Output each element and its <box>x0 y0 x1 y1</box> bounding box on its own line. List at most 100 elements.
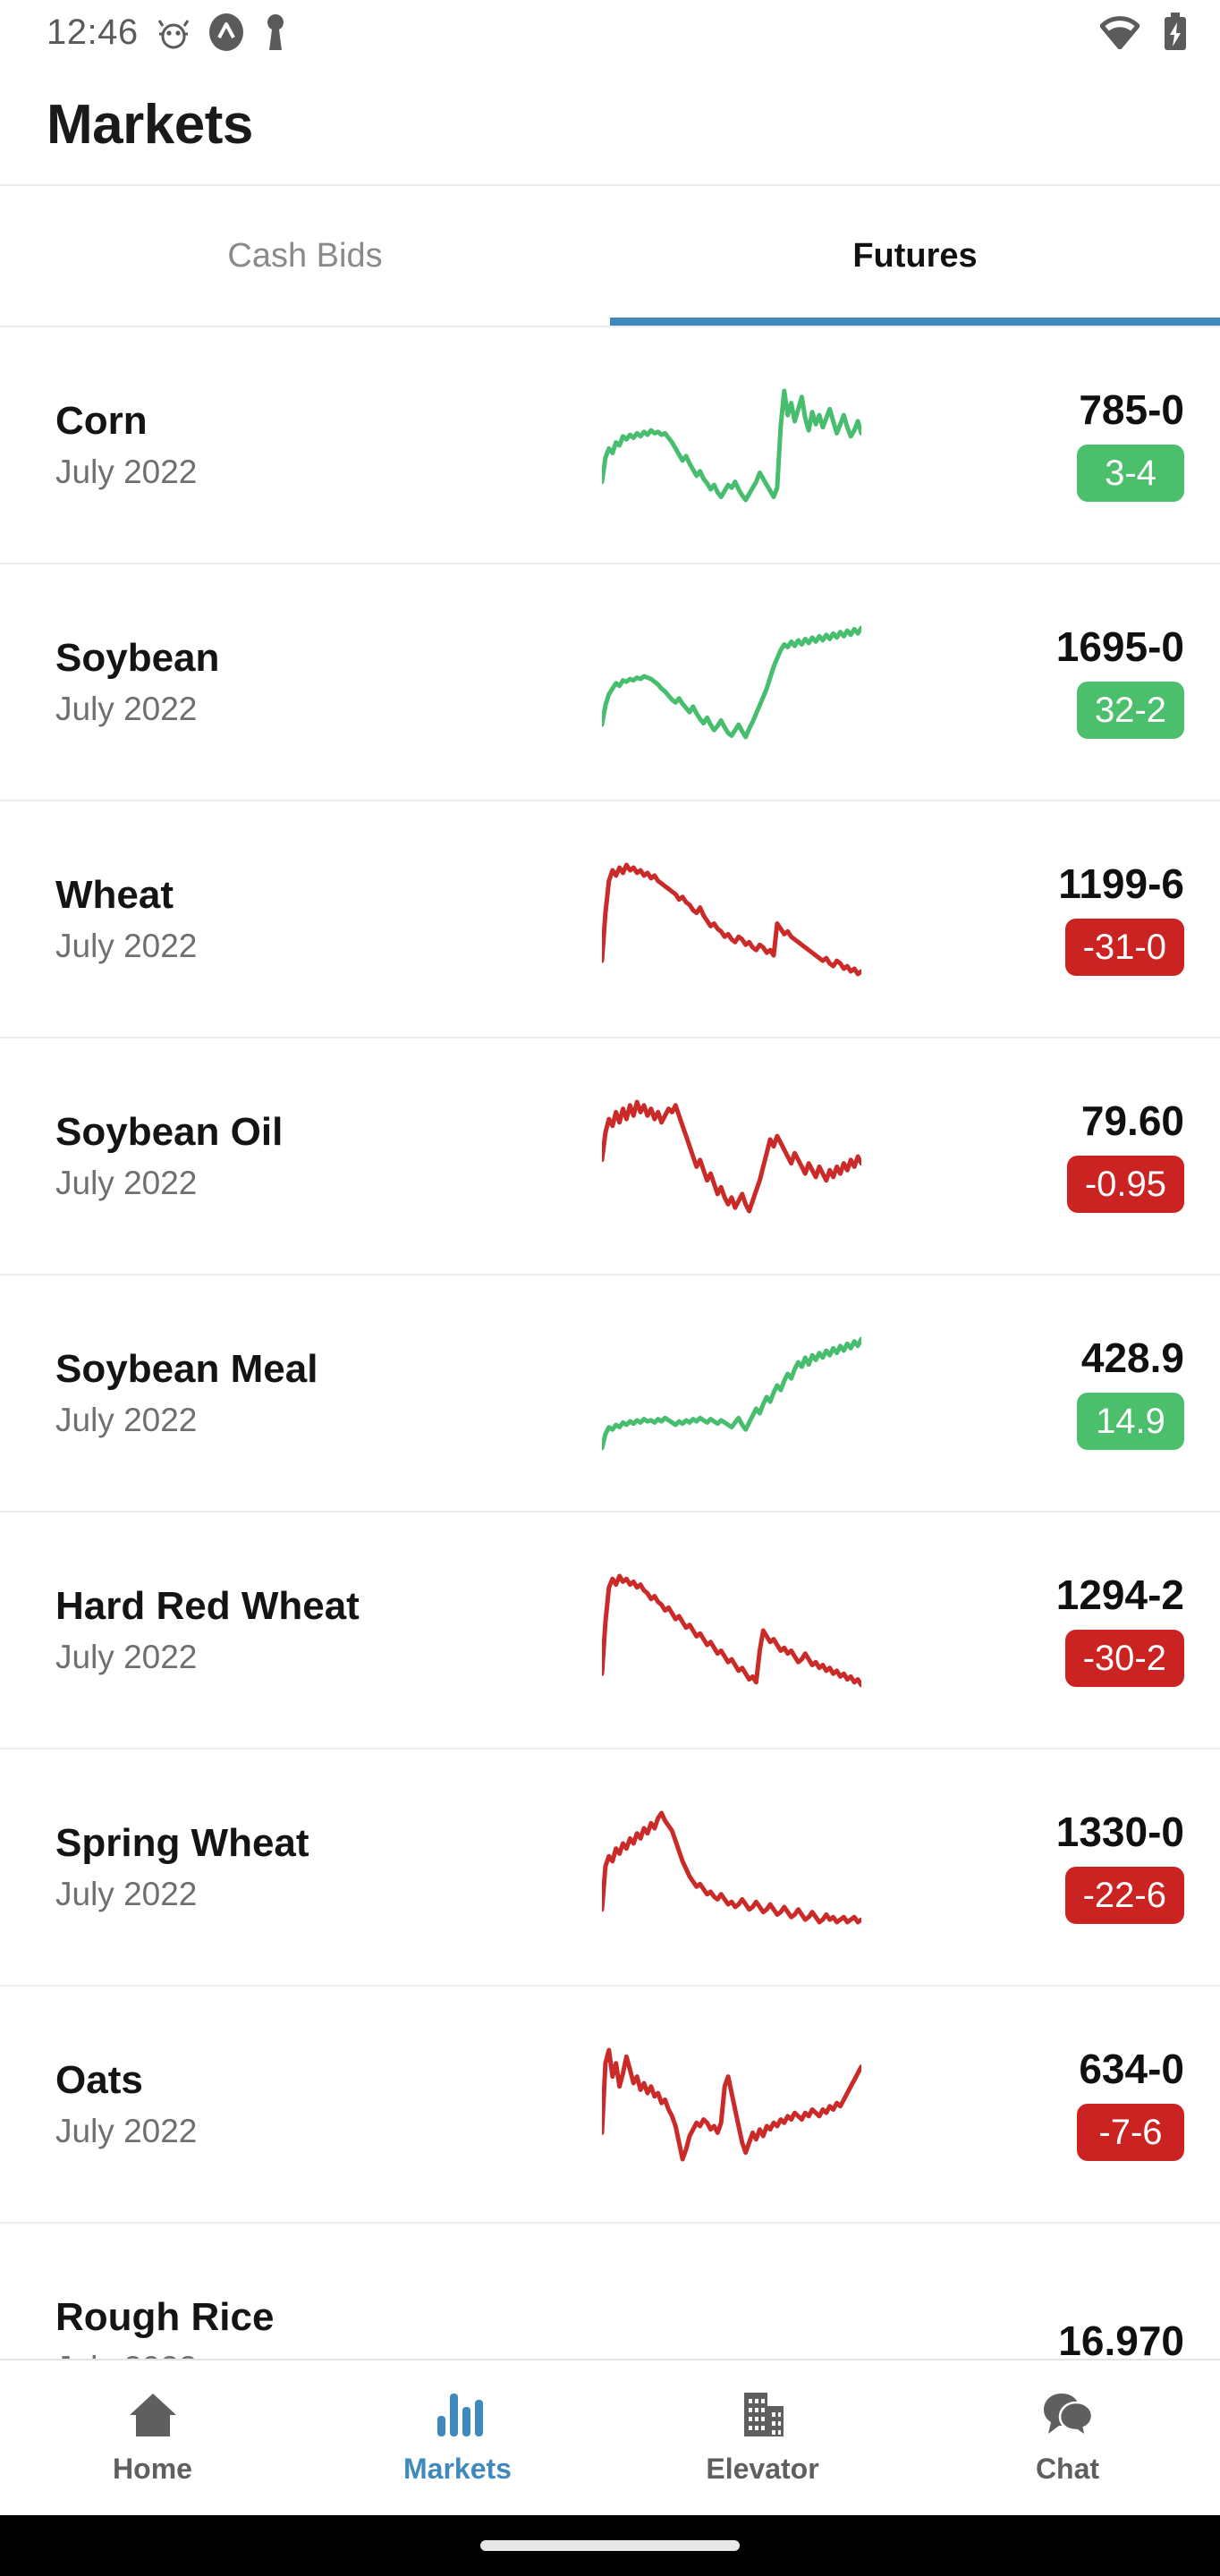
markets-tabbar: Cash Bids Futures <box>0 184 1220 327</box>
sparkline-chart <box>503 2275 961 2360</box>
change-badge: -0.95 <box>1066 1155 1184 1213</box>
price-block: 1294-2 -30-2 <box>961 1572 1184 1687</box>
commodity-name: Hard Red Wheat <box>55 1583 360 1628</box>
commodity-info: Soybean Meal July 2022 <box>55 1347 503 1439</box>
change-badge: 32-2 <box>1076 681 1184 739</box>
sparkline-chart <box>503 2038 961 2172</box>
tab-cash-bids-label: Cash Bids <box>227 236 383 275</box>
gesture-bar-area <box>0 2515 1220 2576</box>
status-bar-right <box>1100 13 1188 52</box>
building-icon <box>737 2391 789 2444</box>
price-value: 428.9 <box>1080 1335 1184 1382</box>
commodity-info: Spring Wheat July 2022 <box>55 1821 503 1913</box>
price-value: 1330-0 <box>1055 1809 1184 1856</box>
nav-item-chat[interactable]: Chat <box>915 2360 1220 2515</box>
nav-item-chat-label: Chat <box>1035 2452 1100 2485</box>
table-row[interactable]: Wheat July 2022 1199-6 -31-0 <box>0 801 1220 1038</box>
commodity-name: Spring Wheat <box>55 1820 309 1865</box>
table-row[interactable]: Soybean Meal July 2022 428.9 14.9 <box>0 1275 1220 1513</box>
commodity-info: Rough Rice July 2022 <box>55 2295 503 2359</box>
sparkline-chart <box>503 1089 961 1224</box>
app-logo-icon <box>208 13 244 52</box>
table-row[interactable]: Oats July 2022 634-0 -7-6 <box>0 1987 1220 2224</box>
nav-item-home[interactable]: Home <box>0 2360 305 2515</box>
table-row[interactable]: Hard Red Wheat July 2022 1294-2 -30-2 <box>0 1513 1220 1750</box>
table-row[interactable]: Soybean Oil July 2022 79.60 -0.95 <box>0 1038 1220 1275</box>
commodity-info: Corn July 2022 <box>55 399 503 491</box>
tab-cash-bids[interactable]: Cash Bids <box>0 186 610 326</box>
bottom-navigation: Home Markets Elevator Chat <box>0 2359 1220 2515</box>
bar-chart-icon <box>432 2391 484 2444</box>
change-badge: -22-6 <box>1064 1866 1184 1924</box>
gesture-bar-handle[interactable] <box>480 2540 740 2551</box>
price-block: 79.60 -0.95 <box>961 1097 1184 1213</box>
commodity-info: Soybean Oil July 2022 <box>55 1110 503 1202</box>
commodity-info: Soybean July 2022 <box>55 636 503 728</box>
price-value: 634-0 <box>1079 2046 1184 2093</box>
table-row[interactable]: Spring Wheat July 2022 1330-0 -22-6 <box>0 1750 1220 1987</box>
price-block: 785-0 3-4 <box>961 386 1184 502</box>
tab-futures[interactable]: Futures <box>610 186 1220 326</box>
table-row[interactable]: Soybean July 2022 1695-0 32-2 <box>0 564 1220 801</box>
commodity-info: Oats July 2022 <box>55 2058 503 2150</box>
nav-item-elevator[interactable]: Elevator <box>610 2360 915 2515</box>
commodity-info: Wheat July 2022 <box>55 873 503 965</box>
commodity-name: Soybean <box>55 635 220 680</box>
commodity-name: Oats <box>55 2057 143 2102</box>
contract-month: July 2022 <box>55 927 198 964</box>
sparkline-chart <box>503 1326 961 1461</box>
commodity-name: Rough Rice <box>55 2294 275 2339</box>
change-badge: 3-4 <box>1077 444 1184 502</box>
app-screen: 12:46 Markets Cash Bids Futures Corn Jul… <box>0 0 1220 2576</box>
price-value: 1294-2 <box>1055 1572 1184 1619</box>
price-block: 1199-6 -31-0 <box>961 860 1184 976</box>
futures-list[interactable]: Corn July 2022 785-0 3-4 Soybean July 2022 169… <box>0 327 1220 2359</box>
nav-item-markets[interactable]: Markets <box>305 2360 610 2515</box>
change-badge: 14.9 <box>1077 1392 1184 1450</box>
home-icon <box>127 2391 179 2444</box>
price-block: 16.970 <box>961 2319 1184 2359</box>
nav-item-home-label: Home <box>113 2452 192 2485</box>
commodity-name: Soybean Oil <box>55 1109 284 1154</box>
status-bar: 12:46 <box>0 0 1220 64</box>
price-value: 1199-6 <box>1058 860 1184 908</box>
chat-icon <box>1042 2391 1094 2444</box>
nav-item-markets-label: Markets <box>403 2452 512 2485</box>
contract-month: July 2022 <box>55 2350 503 2359</box>
page-header: Markets <box>0 64 1220 184</box>
status-bar-left: 12:46 <box>47 13 287 53</box>
price-value: 1695-0 <box>1055 623 1184 671</box>
android-debug-icon <box>157 14 189 50</box>
table-row[interactable]: Rough Rice July 2022 16.970 <box>0 2224 1220 2359</box>
keyhole-icon <box>264 13 287 52</box>
commodity-name: Soybean Meal <box>55 1346 318 1391</box>
table-row[interactable]: Corn July 2022 785-0 3-4 <box>0 327 1220 564</box>
contract-month: July 2022 <box>55 690 198 727</box>
sparkline-chart <box>503 378 961 513</box>
change-badge: -7-6 <box>1077 2103 1184 2161</box>
price-value: 785-0 <box>1079 386 1184 434</box>
price-block: 428.9 14.9 <box>961 1335 1184 1450</box>
wifi-icon <box>1100 15 1140 49</box>
contract-month: July 2022 <box>55 2112 198 2149</box>
contract-month: July 2022 <box>55 1164 198 1201</box>
change-badge: -30-2 <box>1064 1629 1184 1687</box>
sparkline-chart <box>503 1801 961 1935</box>
commodity-name: Wheat <box>55 872 174 917</box>
contract-month: July 2022 <box>55 1401 198 1438</box>
sparkline-chart <box>503 852 961 987</box>
contract-month: July 2022 <box>55 1638 198 1675</box>
sparkline-chart <box>503 1563 961 1698</box>
price-block: 1330-0 -22-6 <box>961 1809 1184 1924</box>
nav-item-elevator-label: Elevator <box>706 2452 819 2485</box>
price-value: 16.970 <box>1058 2318 1184 2359</box>
battery-charging-icon <box>1163 13 1188 52</box>
commodity-name: Corn <box>55 398 148 443</box>
page-title: Markets <box>47 93 253 156</box>
contract-month: July 2022 <box>55 1875 198 1912</box>
commodity-info: Hard Red Wheat July 2022 <box>55 1584 503 1676</box>
price-value: 79.60 <box>1080 1097 1184 1145</box>
sparkline-chart <box>503 615 961 750</box>
contract-month: July 2022 <box>55 453 198 490</box>
change-badge: -31-0 <box>1064 918 1184 976</box>
